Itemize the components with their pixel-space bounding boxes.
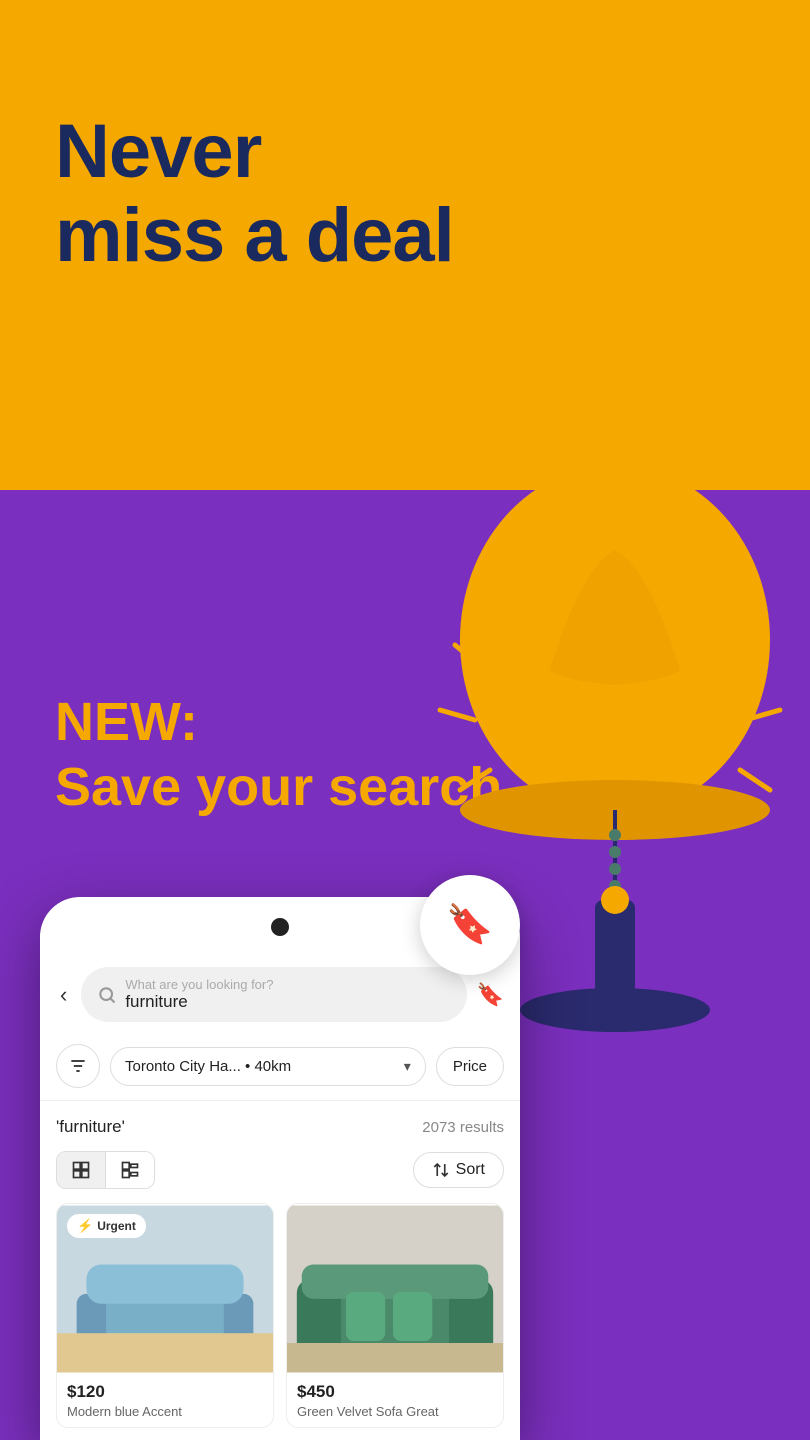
results-query: 'furniture': [56, 1117, 125, 1137]
bookmark-icon: 🔖: [446, 903, 493, 947]
urgent-badge: ⚡ Urgent: [67, 1214, 146, 1238]
product-price-1: $120: [67, 1382, 263, 1402]
product-info-1: $120 Modern blue Accent: [57, 1374, 273, 1427]
grid-icon: [71, 1160, 91, 1180]
phone-mockup: ‹ What are you looking for? furniture 🔖: [40, 897, 520, 1440]
product-grid: ⚡ Urgent $120 Modern blue Accent: [56, 1203, 504, 1428]
search-input-container[interactable]: What are you looking for? furniture: [81, 967, 466, 1022]
results-area: 'furniture' 2073 results: [40, 1101, 520, 1440]
hero-top-section: Never miss a deal: [0, 0, 810, 490]
sort-icon: [432, 1161, 450, 1179]
product-card-2[interactable]: $450 Green Velvet Sofa Great: [286, 1203, 504, 1428]
urgent-icon: ⚡: [77, 1218, 93, 1234]
grid-view-button[interactable]: [57, 1152, 105, 1188]
filter-bar: Toronto City Ha... • 40km ▾ Price: [40, 1036, 520, 1101]
price-filter-button[interactable]: Price: [436, 1047, 504, 1086]
product-card-1[interactable]: ⚡ Urgent $120 Modern blue Accent: [56, 1203, 274, 1428]
product-image-1: ⚡ Urgent: [57, 1204, 273, 1374]
hero-bottom-section: NEW: Save your search. 🔖 ‹ What are you …: [0, 490, 810, 1440]
filter-icon: [68, 1056, 88, 1076]
floating-bookmark-button[interactable]: 🔖: [420, 875, 520, 975]
list-view-button[interactable]: [105, 1152, 154, 1188]
results-header: 'furniture' 2073 results: [56, 1117, 504, 1137]
filter-icon-button[interactable]: [56, 1044, 100, 1088]
urgent-text: Urgent: [97, 1219, 136, 1233]
product-name-2: Green Velvet Sofa Great: [297, 1404, 493, 1419]
chevron-down-icon: ▾: [404, 1058, 411, 1075]
back-button[interactable]: ‹: [56, 978, 71, 1012]
sort-label: Sort: [456, 1161, 485, 1179]
product-price-2: $450: [297, 1382, 493, 1402]
list-icon: [120, 1160, 140, 1180]
location-button[interactable]: Toronto City Ha... • 40km ▾: [110, 1047, 426, 1086]
view-sort-bar: Sort: [56, 1151, 504, 1189]
search-bookmark-button[interactable]: 🔖: [477, 982, 504, 1008]
hero-title: Never miss a deal: [55, 110, 454, 277]
search-icon: [97, 985, 117, 1005]
hero-title-line1: Never: [55, 109, 261, 194]
product-image-2: [287, 1204, 503, 1374]
price-label: Price: [453, 1058, 487, 1075]
results-count: 2073 results: [422, 1119, 504, 1136]
product-name-1: Modern blue Accent: [67, 1404, 263, 1419]
hero-title-line2: miss a deal: [55, 193, 454, 278]
location-text: Toronto City Ha... • 40km: [125, 1058, 291, 1075]
search-value: furniture: [125, 992, 187, 1011]
search-placeholder: What are you looking for?: [125, 977, 273, 992]
phone-camera: [271, 918, 289, 936]
sort-button[interactable]: Sort: [413, 1152, 504, 1188]
product-info-2: $450 Green Velvet Sofa Great: [287, 1374, 503, 1427]
view-toggle: [56, 1151, 155, 1189]
